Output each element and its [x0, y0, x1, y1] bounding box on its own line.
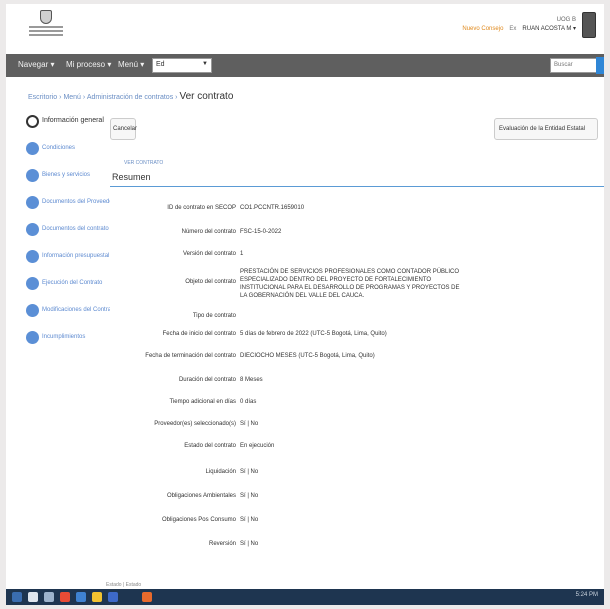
- field-value: 8 Meses: [240, 377, 263, 383]
- breadcrumb-item[interactable]: Administración de contratos: [87, 94, 173, 101]
- field-label: Duración del contrato: [178, 377, 236, 383]
- field-value: En ejecución: [240, 443, 275, 449]
- field-label: Reversión: [208, 541, 236, 547]
- sidebar-item-presupuestal[interactable]: Información presupuestal: [26, 248, 110, 275]
- nav-navegar[interactable]: Navegar ▾: [18, 60, 54, 69]
- step-icon: [26, 277, 39, 290]
- step-icon: [26, 169, 39, 182]
- sidebar-item-condiciones[interactable]: Condiciones: [26, 140, 106, 167]
- field-value: FSC-15-0-2022: [240, 229, 282, 235]
- sidebar-item-label: Documentos del Proveedor: [42, 199, 115, 205]
- sidebar-item-documentos-contrato[interactable]: Documentos del contrato: [26, 221, 109, 248]
- field-label: Fecha de terminación del contrato: [145, 353, 236, 359]
- chevron-down-icon: ▼: [202, 61, 208, 67]
- sidebar-item-modificaciones[interactable]: Modificaciones del Contrato: [26, 302, 116, 329]
- word-icon[interactable]: [108, 592, 118, 602]
- app-header: Nuevo Consejo Ex UOG B RUAN ACOSTA M ▾: [6, 4, 604, 54]
- sidebar-item-label: Bienes y servicios: [42, 172, 91, 178]
- pdf-icon[interactable]: [142, 592, 152, 602]
- nav-select[interactable]: Ed ▼: [152, 58, 212, 73]
- field-label: Obligaciones Pos Consumo: [161, 517, 236, 523]
- field-value: PRESTACIÓN DE SERVICIOS PROFESIONALES CO…: [240, 269, 460, 299]
- sidebar-item-label: Modificaciones del Contrato: [42, 307, 117, 313]
- field-label: Fecha de inicio del contrato: [162, 331, 236, 337]
- field-value: DIECIOCHO MESES (UTC-5 Bogotá, Lima, Qui…: [240, 353, 375, 359]
- field-value: CO1.PCCNTR.1659010: [240, 205, 305, 211]
- sidebar-item-bienes[interactable]: Bienes y servicios: [26, 167, 106, 194]
- step-icon: [26, 115, 39, 128]
- sidebar: Información general Condiciones Bienes y…: [26, 113, 116, 356]
- field-label: Tipo de contrato: [192, 313, 236, 319]
- breadcrumb-item[interactable]: Menú: [63, 94, 81, 101]
- field-value: Sí | No: [240, 541, 259, 547]
- section-title: Resumen: [112, 172, 151, 182]
- nav-select-value: Ed: [156, 61, 165, 68]
- user-block[interactable]: UOG B RUAN ACOSTA M ▾: [522, 16, 576, 34]
- field-label: ID de contrato en SECOP: [167, 205, 236, 211]
- step-icon: [26, 250, 39, 263]
- sidebar-item-label: Condiciones: [42, 145, 76, 151]
- cancel-button[interactable]: Cancelar: [110, 118, 137, 140]
- folder-icon[interactable]: [92, 592, 102, 602]
- search-icon[interactable]: [28, 592, 38, 602]
- field-label: Objeto del contrato: [185, 279, 236, 285]
- task-view-icon[interactable]: [44, 592, 54, 602]
- sidebar-item-incumplimientos[interactable]: Incumplimientos: [26, 329, 106, 356]
- field-label: Número del contrato: [181, 229, 236, 235]
- page-title: Ver contrato: [179, 91, 234, 102]
- sidebar-item-label: Ejecución del Contrato: [42, 280, 103, 286]
- header-right: Nuevo Consejo Ex UOG B RUAN ACOSTA M ▾: [462, 12, 596, 48]
- content: Cancelar Evaluación de la Entidad Estata…: [110, 112, 604, 582]
- step-icon: [26, 196, 39, 209]
- field-value: Sí | No: [240, 517, 259, 523]
- nav-menu[interactable]: Menú ▾: [118, 60, 144, 69]
- avatar[interactable]: [582, 12, 596, 38]
- field-value: 1: [240, 251, 244, 257]
- field-label: Estado del contrato: [184, 443, 236, 449]
- field-value: Sí | No: [240, 469, 259, 475]
- sidebar-item-documentos-proveedor[interactable]: Documentos del Proveedor: [26, 194, 115, 221]
- sidebar-item-informacion-general[interactable]: Información general: [26, 113, 106, 140]
- user-org: UOG B: [556, 17, 576, 23]
- field-value: 0 días: [240, 399, 257, 405]
- field-label: Versión del contrato: [182, 251, 236, 257]
- step-icon: [26, 331, 39, 344]
- step-icon: [26, 223, 39, 236]
- sidebar-item-label: Información general: [42, 117, 104, 124]
- browser-icon[interactable]: [60, 592, 70, 602]
- field-value: 5 días de febrero de 2022 (UTC-5 Bogotá,…: [240, 331, 387, 337]
- field-label: Proveedor(es) seleccionado(s): [154, 421, 236, 427]
- step-icon: [26, 142, 39, 155]
- evaluation-button-label: Evaluación de la Entidad Estatal: [499, 126, 586, 132]
- field-value: Sí | No: [240, 421, 259, 427]
- evaluation-button[interactable]: Evaluación de la Entidad Estatal: [494, 118, 598, 140]
- sidebar-item-ejecucion[interactable]: Ejecución del Contrato: [26, 275, 106, 302]
- sidebar-item-label: Información presupuestal: [42, 253, 110, 259]
- screen: Nuevo Consejo Ex UOG B RUAN ACOSTA M ▾ N…: [6, 4, 604, 605]
- mail-icon[interactable]: [76, 592, 86, 602]
- breadcrumb-item[interactable]: Escritorio: [28, 94, 57, 101]
- breadcrumb: Escritorio › Menú › Administración de co…: [28, 91, 234, 102]
- taskbar: 5:24 PM: [6, 589, 604, 605]
- step-icon: [26, 304, 39, 317]
- field-label: Liquidación: [205, 469, 236, 475]
- field-label: Obligaciones Ambientales: [166, 493, 236, 499]
- system-tray-clock[interactable]: 5:24 PM: [576, 592, 598, 598]
- logo: [26, 10, 66, 48]
- ver-contrato-link[interactable]: VER CONTRATO: [124, 160, 163, 166]
- exit-link[interactable]: Ex: [509, 26, 516, 32]
- start-icon[interactable]: [12, 592, 22, 602]
- sidebar-item-label: Incumplimientos: [42, 334, 86, 340]
- field-label: Tiempo adicional en días: [169, 399, 236, 405]
- search-button[interactable]: [596, 57, 604, 74]
- crest-icon: [40, 10, 52, 24]
- nav-mi-proceso[interactable]: Mi proceso ▾: [66, 60, 111, 69]
- header-link[interactable]: Nuevo Consejo: [462, 26, 503, 32]
- user-name: RUAN ACOSTA M ▾: [522, 26, 576, 32]
- sidebar-item-label: Documentos del contrato: [42, 226, 109, 232]
- search-input[interactable]: Buscar: [550, 58, 598, 73]
- field-value: Sí | No: [240, 493, 259, 499]
- section-divider: [110, 186, 604, 187]
- top-nav: Navegar ▾ Mi proceso ▾ Menú ▾ Ed ▼ Busca…: [6, 54, 604, 77]
